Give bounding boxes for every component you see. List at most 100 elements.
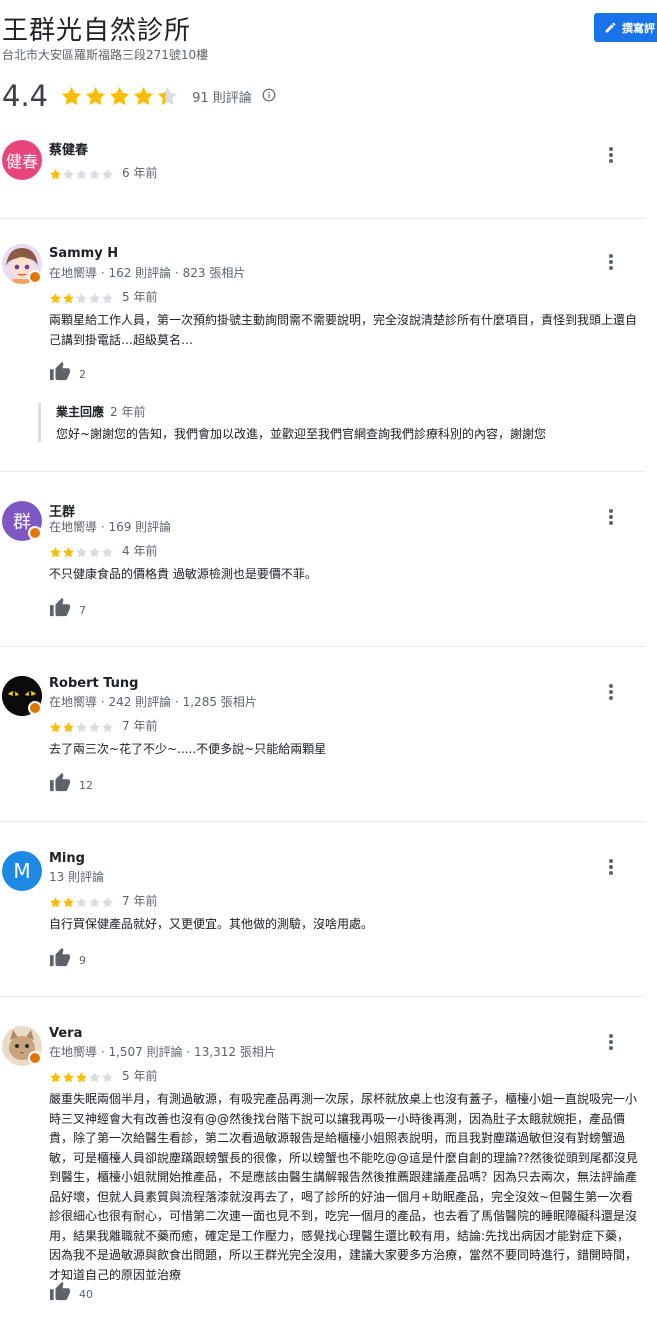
review-stars <box>49 719 114 733</box>
star-icon <box>75 544 88 558</box>
star-icon <box>75 1069 88 1083</box>
business-address: 台北市大安區羅斯福路三段271號10樓 <box>2 48 209 62</box>
like-button[interactable]: 9 <box>49 947 86 967</box>
rating-stars <box>60 85 180 108</box>
review-stars <box>49 1069 114 1083</box>
like-button[interactable]: 2 <box>49 361 86 381</box>
review-time: 6 年前 <box>122 166 158 180</box>
more-options-icon[interactable] <box>604 145 618 165</box>
owner-response: 業主回應 2 年前 您好~謝謝您的告知，我們會加以改進，並歡迎至我們官網查詢我們診… <box>38 403 656 442</box>
local-guide-badge <box>28 526 42 540</box>
star-icon <box>101 894 114 908</box>
rating-number: 4.4 <box>2 79 49 113</box>
star-icon <box>49 290 62 304</box>
star-icon <box>101 719 114 733</box>
star-icon <box>62 1069 75 1083</box>
star-icon <box>62 719 75 733</box>
local-guide-badge <box>28 1051 42 1065</box>
review-stars <box>49 894 114 908</box>
review-time: 7 年前 <box>122 719 158 733</box>
more-options-icon[interactable] <box>604 507 618 527</box>
like-button[interactable]: 40 <box>49 1281 93 1301</box>
review-text: 兩顆星給工作人員，第一次預約掛號主動詢問需不需要說明，完全沒說清楚診所有什麼項目… <box>49 313 638 347</box>
star-icon <box>158 86 178 105</box>
review-count[interactable]: 91 則評論 <box>192 87 252 106</box>
reviewer-meta: 在地嚮導 · 242 則評論 · 1,285 張相片 <box>49 695 257 709</box>
thumb-up-icon <box>50 361 70 381</box>
review-text: 不只健康食品的價格貴 過敏源檢測也是要價不菲。 <box>49 567 317 581</box>
reviewer-meta: 在地嚮導 · 169 則評論 <box>49 520 172 534</box>
reviewer-meta: 13 則評論 <box>49 870 105 884</box>
reviewer-meta: 在地嚮導 · 162 則評論 · 823 張相片 <box>49 266 246 280</box>
like-count: 9 <box>79 954 86 967</box>
star-icon <box>49 166 62 180</box>
reviewer-name[interactable]: Ming <box>49 851 85 866</box>
review-time: 5 年前 <box>122 290 158 304</box>
star-icon <box>62 166 75 180</box>
star-icon <box>49 719 62 733</box>
star-icon <box>49 894 62 908</box>
reviewer-name[interactable]: 蔡健春 <box>49 139 88 158</box>
star-icon <box>101 544 114 558</box>
star-icon <box>62 544 75 558</box>
star-icon <box>75 719 88 733</box>
reviewer-meta: 在地嚮導 · 1,507 則評論 · 13,312 張相片 <box>49 1045 276 1059</box>
review-item: 群 王群 在地嚮導 · 169 則評論 4 年前 不只健康食品的價格貴 過敏源檢… <box>0 485 645 640</box>
pencil-icon <box>605 22 616 33</box>
star-icon <box>134 86 154 105</box>
star-icon <box>49 544 62 558</box>
review-item: M Ming 13 則評論 7 年前 自行買保健產品就好，又更便宜。其他做的測驗… <box>0 835 645 990</box>
star-icon <box>88 719 101 733</box>
star-icon <box>88 1069 101 1083</box>
star-icon <box>110 86 130 105</box>
like-button[interactable]: 7 <box>49 597 86 617</box>
star-icon <box>75 166 88 180</box>
like-button[interactable]: 12 <box>49 772 93 792</box>
write-review-button[interactable]: 撰寫評 <box>594 13 657 42</box>
info-icon[interactable] <box>262 87 276 106</box>
star-icon <box>88 544 101 558</box>
reviewer-name[interactable]: Sammy H <box>49 246 118 261</box>
like-count: 12 <box>79 779 93 792</box>
more-options-icon[interactable] <box>604 252 618 272</box>
divider <box>0 821 645 822</box>
review-time: 4 年前 <box>122 544 158 558</box>
review-text: 嚴重失眠兩個半月，有測過敏源，有吸完產品再測一次尿，尿杯就放桌上也沒有蓋子，櫃檯… <box>49 1092 638 1282</box>
thumb-up-icon <box>50 772 70 792</box>
like-count: 7 <box>79 604 86 617</box>
divider <box>0 646 645 647</box>
like-count: 40 <box>79 1288 93 1301</box>
thumb-up-icon <box>50 947 70 967</box>
owner-response-time: 2 年前 <box>110 405 146 419</box>
local-guide-badge <box>28 701 42 715</box>
star-icon <box>62 894 75 908</box>
divider <box>0 996 645 997</box>
more-options-icon[interactable] <box>604 682 618 702</box>
avatar[interactable]: M <box>2 851 42 891</box>
star-icon <box>101 166 114 180</box>
avatar[interactable]: 健春 <box>2 140 42 180</box>
star-icon <box>86 86 106 105</box>
review-stars <box>49 166 114 180</box>
divider <box>0 218 645 219</box>
avatar-initials: 健春 <box>2 140 42 180</box>
review-stars <box>49 290 114 304</box>
local-guide-badge <box>28 270 42 284</box>
star-icon <box>75 894 88 908</box>
review-item: Sammy H 在地嚮導 · 162 則評論 · 823 張相片 5 年前 兩顆… <box>0 230 645 470</box>
review-item: Vera 在地嚮導 · 1,507 則評論 · 13,312 張相片 5 年前 … <box>0 1010 645 1315</box>
reviewer-name[interactable]: Robert Tung <box>49 676 138 691</box>
star-icon <box>88 166 101 180</box>
like-count: 2 <box>79 368 86 381</box>
review-text: 去了兩三次~花了不少~.....不便多說~只能給兩顆星 <box>49 742 327 756</box>
reviewer-name[interactable]: Vera <box>49 1026 82 1041</box>
review-stars <box>49 544 114 558</box>
star-icon <box>62 290 75 304</box>
business-name: 王群光自然診所 <box>2 16 192 46</box>
more-options-icon[interactable] <box>604 1032 618 1052</box>
avatar-initials: M <box>2 851 42 891</box>
review-text: 自行買保健產品就好，又更便宜。其他做的測驗，沒啥用處。 <box>49 917 374 931</box>
write-review-label: 撰寫評 <box>622 21 655 35</box>
star-icon <box>49 1069 62 1083</box>
more-options-icon[interactable] <box>604 857 618 877</box>
